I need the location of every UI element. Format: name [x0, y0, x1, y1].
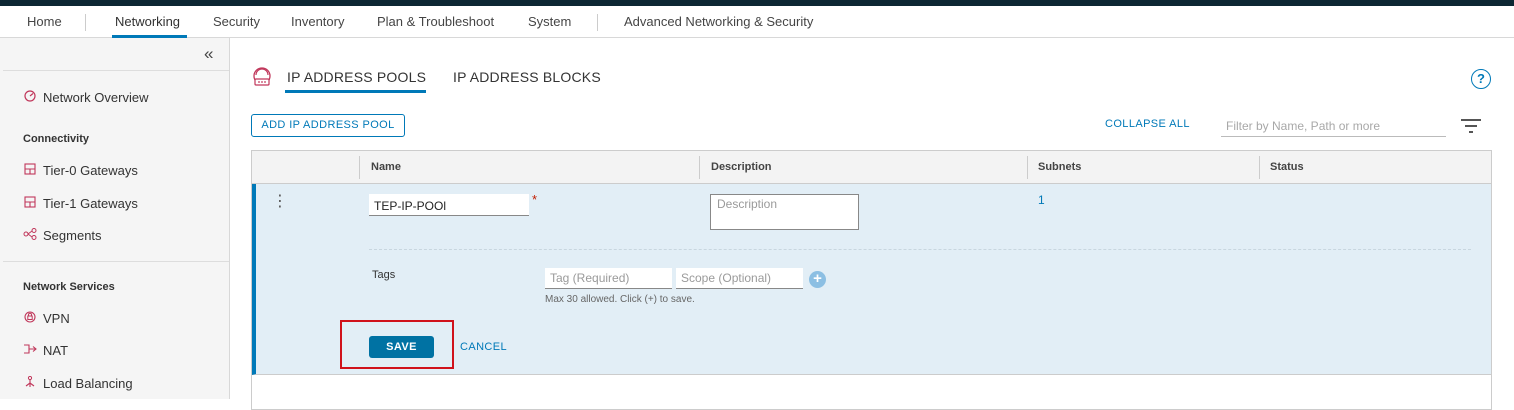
- filter-icon[interactable]: [1461, 119, 1481, 133]
- nav-plan-troubleshoot[interactable]: Plan & Troubleshoot: [377, 6, 494, 38]
- sidebar-item-vpn[interactable]: VPN: [23, 309, 70, 329]
- sidebar-divider: [3, 261, 229, 262]
- scope-input[interactable]: [676, 268, 803, 289]
- description-input[interactable]: [710, 194, 859, 230]
- grid-header: Name Description Subnets Status: [252, 151, 1491, 184]
- nav-separator: [85, 14, 86, 31]
- add-icon[interactable]: +: [809, 271, 826, 288]
- sidebar-divider: [3, 70, 229, 71]
- sidebar-section-connectivity: Connectivity: [23, 133, 90, 145]
- column-header-description[interactable]: Description: [711, 161, 772, 173]
- sidebar-item-tier1-gateways[interactable]: Tier-1 Gateways: [23, 194, 138, 214]
- sidebar-item-label: Network Overview: [43, 90, 149, 105]
- tags-hint: Max 30 allowed. Click (+) to save.: [545, 294, 695, 305]
- add-ip-address-pool-button[interactable]: ADD IP ADDRESS POOL: [251, 114, 405, 137]
- nav-home[interactable]: Home: [27, 6, 62, 38]
- gateway-icon: [23, 161, 37, 181]
- sidebar-section-network-services: Network Services: [23, 281, 115, 293]
- nav-networking[interactable]: Networking: [115, 6, 180, 38]
- required-marker: *: [532, 192, 538, 207]
- ip-pools-grid: Name Description Subnets Status ⋮ * 1 Ta…: [251, 150, 1492, 410]
- kebab-icon[interactable]: ⋮: [272, 194, 288, 210]
- subnets-count-link[interactable]: 1: [1038, 193, 1045, 207]
- column-header-name[interactable]: Name: [371, 161, 401, 173]
- column-separator: [1259, 156, 1260, 179]
- column-header-subnets[interactable]: Subnets: [1038, 161, 1081, 173]
- sidebar-item-label: NAT: [43, 343, 69, 358]
- column-separator: [359, 156, 360, 179]
- sidebar-item-label: Segments: [43, 228, 102, 243]
- tags-label: Tags: [372, 269, 396, 281]
- nav-advanced-networking-security[interactable]: Advanced Networking & Security: [624, 6, 813, 38]
- segments-icon: [23, 226, 37, 246]
- column-header-status[interactable]: Status: [1270, 161, 1304, 173]
- sidebar-item-load-balancing[interactable]: Load Balancing: [23, 374, 133, 394]
- nav-security[interactable]: Security: [213, 6, 260, 38]
- tag-input[interactable]: [545, 268, 672, 289]
- column-separator: [1027, 156, 1028, 179]
- cancel-button[interactable]: CANCEL: [460, 341, 507, 353]
- pool-name-input[interactable]: [369, 194, 529, 216]
- sidebar-item-tier0-gateways[interactable]: Tier-0 Gateways: [23, 161, 138, 181]
- sidebar-item-label: Load Balancing: [43, 376, 133, 391]
- collapse-sidebar-icon[interactable]: «: [204, 44, 213, 64]
- save-button[interactable]: SAVE: [369, 336, 434, 358]
- sidebar-item-label: Tier-1 Gateways: [43, 196, 138, 211]
- row-divider: [369, 249, 1471, 250]
- sidebar-item-segments[interactable]: Segments: [23, 226, 102, 246]
- sidebar: « Network Overview Connectivity Tier-0 G…: [0, 38, 230, 399]
- nav-separator: [597, 14, 598, 31]
- sidebar-item-nat[interactable]: NAT: [23, 341, 68, 361]
- sidebar-item-network-overview[interactable]: Network Overview: [23, 88, 148, 108]
- network-overview-icon: [23, 88, 37, 108]
- ip-pools-icon: [251, 66, 273, 88]
- top-navigation: Home Networking Security Inventory Plan …: [0, 6, 1514, 38]
- tab-active-indicator: [285, 90, 426, 93]
- nat-icon: [23, 341, 37, 361]
- gateway-icon: [23, 194, 37, 214]
- vpn-icon: [23, 309, 37, 329]
- main-content: IP ADDRESS POOLS IP ADDRESS BLOCKS ? ADD…: [231, 38, 1514, 410]
- collapse-all-link[interactable]: COLLAPSE ALL: [1105, 118, 1190, 130]
- tab-ip-address-pools[interactable]: IP ADDRESS POOLS: [287, 69, 426, 85]
- column-separator: [699, 156, 700, 179]
- help-icon[interactable]: ?: [1471, 69, 1491, 89]
- table-row: ⋮ * 1 Tags + Max 30 allowed. Click (+) t…: [252, 184, 1491, 375]
- nav-inventory[interactable]: Inventory: [291, 6, 344, 38]
- sidebar-item-label: Tier-0 Gateways: [43, 163, 138, 178]
- load-balancing-icon: [23, 374, 37, 394]
- filter-input[interactable]: [1221, 116, 1446, 137]
- sidebar-item-label: VPN: [43, 311, 70, 326]
- nav-system[interactable]: System: [528, 6, 571, 38]
- tab-ip-address-blocks[interactable]: IP ADDRESS BLOCKS: [453, 69, 601, 85]
